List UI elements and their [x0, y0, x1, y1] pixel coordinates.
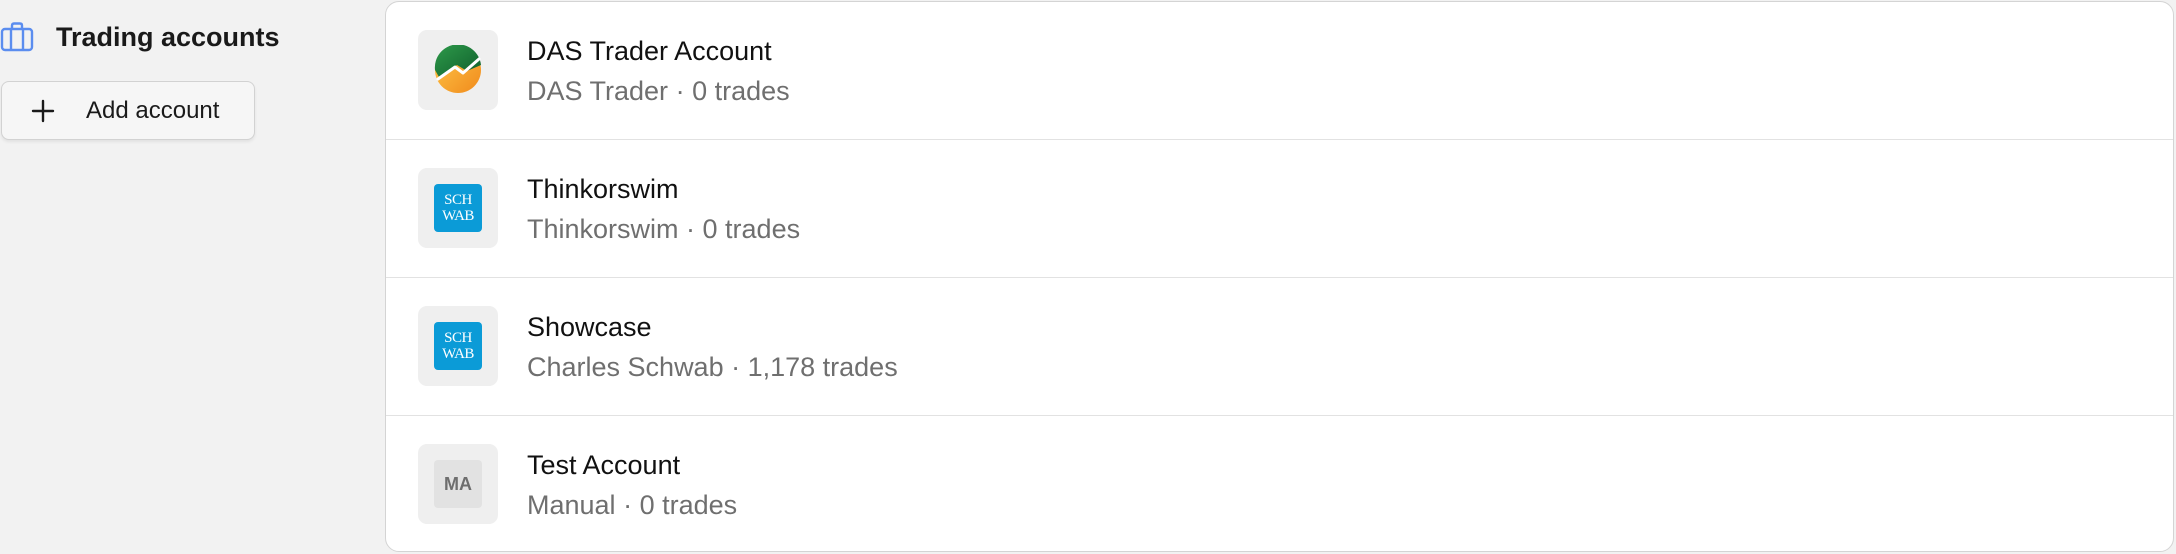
separator: ·	[615, 490, 640, 520]
account-name: Thinkorswim	[527, 174, 679, 204]
add-account-button[interactable]: Add account	[1, 81, 255, 140]
accounts-list: DAS Trader Account DAS Trader · 0 trades…	[385, 1, 2174, 552]
account-details: DAS Trader · 0 trades	[527, 74, 790, 108]
account-info: Showcase Charles Schwab · 1,178 trades	[527, 310, 898, 384]
account-trades: 0 trades	[692, 76, 790, 106]
sidebar: Trading accounts Add account	[0, 0, 380, 554]
account-row-showcase[interactable]: SCH WAB Showcase Charles Schwab · 1,178 …	[386, 278, 2173, 416]
account-trades: 1,178 trades	[747, 352, 898, 382]
sidebar-header: Trading accounts	[0, 18, 280, 56]
account-platform: DAS Trader	[527, 76, 669, 106]
account-name: DAS Trader Account	[527, 36, 772, 66]
manual-logo: MA	[418, 444, 498, 524]
account-trades: 0 trades	[639, 490, 738, 520]
separator: ·	[668, 76, 693, 106]
account-name: Showcase	[527, 312, 652, 342]
sidebar-title: Trading accounts	[56, 21, 280, 52]
account-platform: Charles Schwab	[527, 352, 724, 382]
account-details: Charles Schwab · 1,178 trades	[527, 350, 898, 384]
das-trader-logo	[418, 30, 498, 110]
add-account-label: Add account	[86, 96, 220, 124]
schwab-logo: SCH WAB	[418, 168, 498, 248]
schwab-logo-line1: SCH	[444, 192, 472, 208]
separator: ·	[678, 214, 703, 244]
schwab-logo-mark: SCH WAB	[434, 322, 482, 370]
account-row-test-account[interactable]: MA Test Account Manual · 0 trades	[386, 416, 2173, 551]
account-row-thinkorswim[interactable]: SCH WAB Thinkorswim Thinkorswim · 0 trad…	[386, 140, 2173, 278]
schwab-logo-line2: WAB	[442, 208, 474, 224]
account-details: Manual · 0 trades	[527, 488, 737, 522]
account-details: Thinkorswim · 0 trades	[527, 212, 800, 246]
plus-icon	[28, 96, 58, 126]
account-trades: 0 trades	[702, 214, 801, 244]
account-info: Test Account Manual · 0 trades	[527, 448, 737, 522]
schwab-logo: SCH WAB	[418, 306, 498, 386]
account-platform: Manual	[527, 490, 616, 520]
briefcase-icon	[0, 20, 34, 54]
separator: ·	[723, 352, 748, 382]
account-name: Test Account	[527, 450, 681, 480]
account-info: Thinkorswim Thinkorswim · 0 trades	[527, 172, 800, 246]
account-row-das-trader[interactable]: DAS Trader Account DAS Trader · 0 trades	[386, 2, 2173, 140]
manual-initials: MA	[434, 460, 482, 508]
schwab-logo-line2: WAB	[442, 346, 474, 362]
schwab-logo-line1: SCH	[444, 330, 472, 346]
account-platform: Thinkorswim	[527, 214, 679, 244]
schwab-logo-mark: SCH WAB	[434, 184, 482, 232]
account-info: DAS Trader Account DAS Trader · 0 trades	[527, 34, 790, 108]
